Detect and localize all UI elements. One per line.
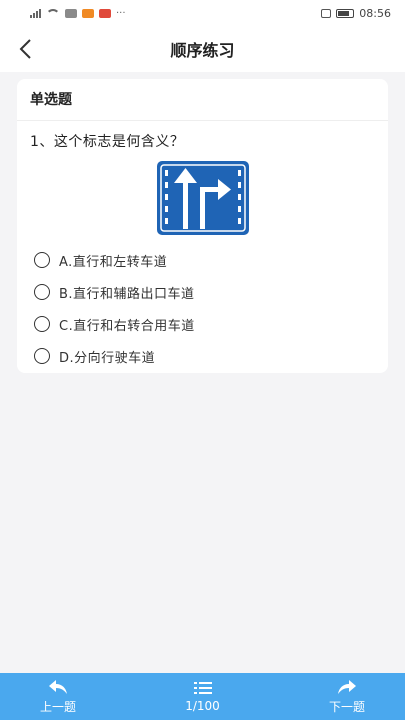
back-arrow-icon — [49, 679, 67, 694]
radio-icon[interactable] — [34, 252, 50, 268]
option-label: B.直行和辅路出口车道 — [59, 286, 195, 302]
traffic-sign-image — [157, 161, 249, 235]
status-left: ··· — [30, 8, 126, 19]
prev-question-label: 上一题 — [39, 699, 76, 714]
option-b[interactable]: B.直行和辅路出口车道 — [34, 276, 195, 308]
option-label: A.直行和左转车道 — [59, 254, 168, 270]
question-text: 1、这个标志是何含义？ — [30, 134, 185, 150]
forward-arrow-icon — [338, 679, 356, 694]
radio-icon[interactable] — [34, 284, 50, 300]
option-c[interactable]: C.直行和右转合用车道 — [34, 308, 195, 340]
radio-icon[interactable] — [34, 348, 50, 364]
more-notifications-icon: ··· — [116, 7, 126, 19]
question-type-label: 单选题 — [30, 92, 72, 108]
option-label: C.直行和右转合用车道 — [59, 318, 195, 334]
options-list: A.直行和左转车道 B.直行和辅路出口车道 C.直行和右转合用车道 D.分向行驶… — [34, 244, 195, 372]
card-divider — [17, 120, 388, 121]
screen: ··· 08:56 顺序练习 单选题 1、这个标志是何含义？ A.直行和左转车道… — [0, 0, 405, 720]
progress-counter: 1/100 — [185, 699, 220, 713]
signal-icon — [30, 8, 41, 18]
radio-icon[interactable] — [34, 316, 50, 332]
bottom-bar: 上一题 1/100 下一题 — [0, 673, 405, 720]
next-question-button[interactable]: 下一题 — [317, 679, 377, 715]
option-a[interactable]: A.直行和左转车道 — [34, 244, 195, 276]
status-time: 08:56 — [359, 6, 391, 20]
question-list-button[interactable]: 1/100 — [173, 680, 233, 713]
battery-icon — [336, 8, 355, 18]
chevron-left-icon — [19, 39, 31, 59]
status-bar: ··· 08:56 — [0, 0, 405, 26]
option-d[interactable]: D.分向行驶车道 — [34, 340, 195, 372]
back-button[interactable] — [6, 30, 44, 68]
vibrate-icon — [321, 8, 332, 18]
notification-app-icon — [82, 8, 94, 18]
list-icon — [193, 682, 212, 694]
nav-bar: 顺序练习 — [0, 26, 405, 72]
wifi-icon — [46, 8, 60, 18]
option-label: D.分向行驶车道 — [59, 350, 156, 366]
page-title: 顺序练习 — [170, 41, 235, 60]
video-app-icon — [99, 8, 111, 18]
next-question-label: 下一题 — [328, 699, 365, 714]
status-right: 08:56 — [321, 7, 391, 20]
question-card: 单选题 1、这个标志是何含义？ A.直行和左转车道 B.直行和辅路出口车道 C.… — [17, 79, 388, 373]
message-app-icon — [65, 8, 77, 18]
prev-question-button[interactable]: 上一题 — [28, 679, 88, 715]
